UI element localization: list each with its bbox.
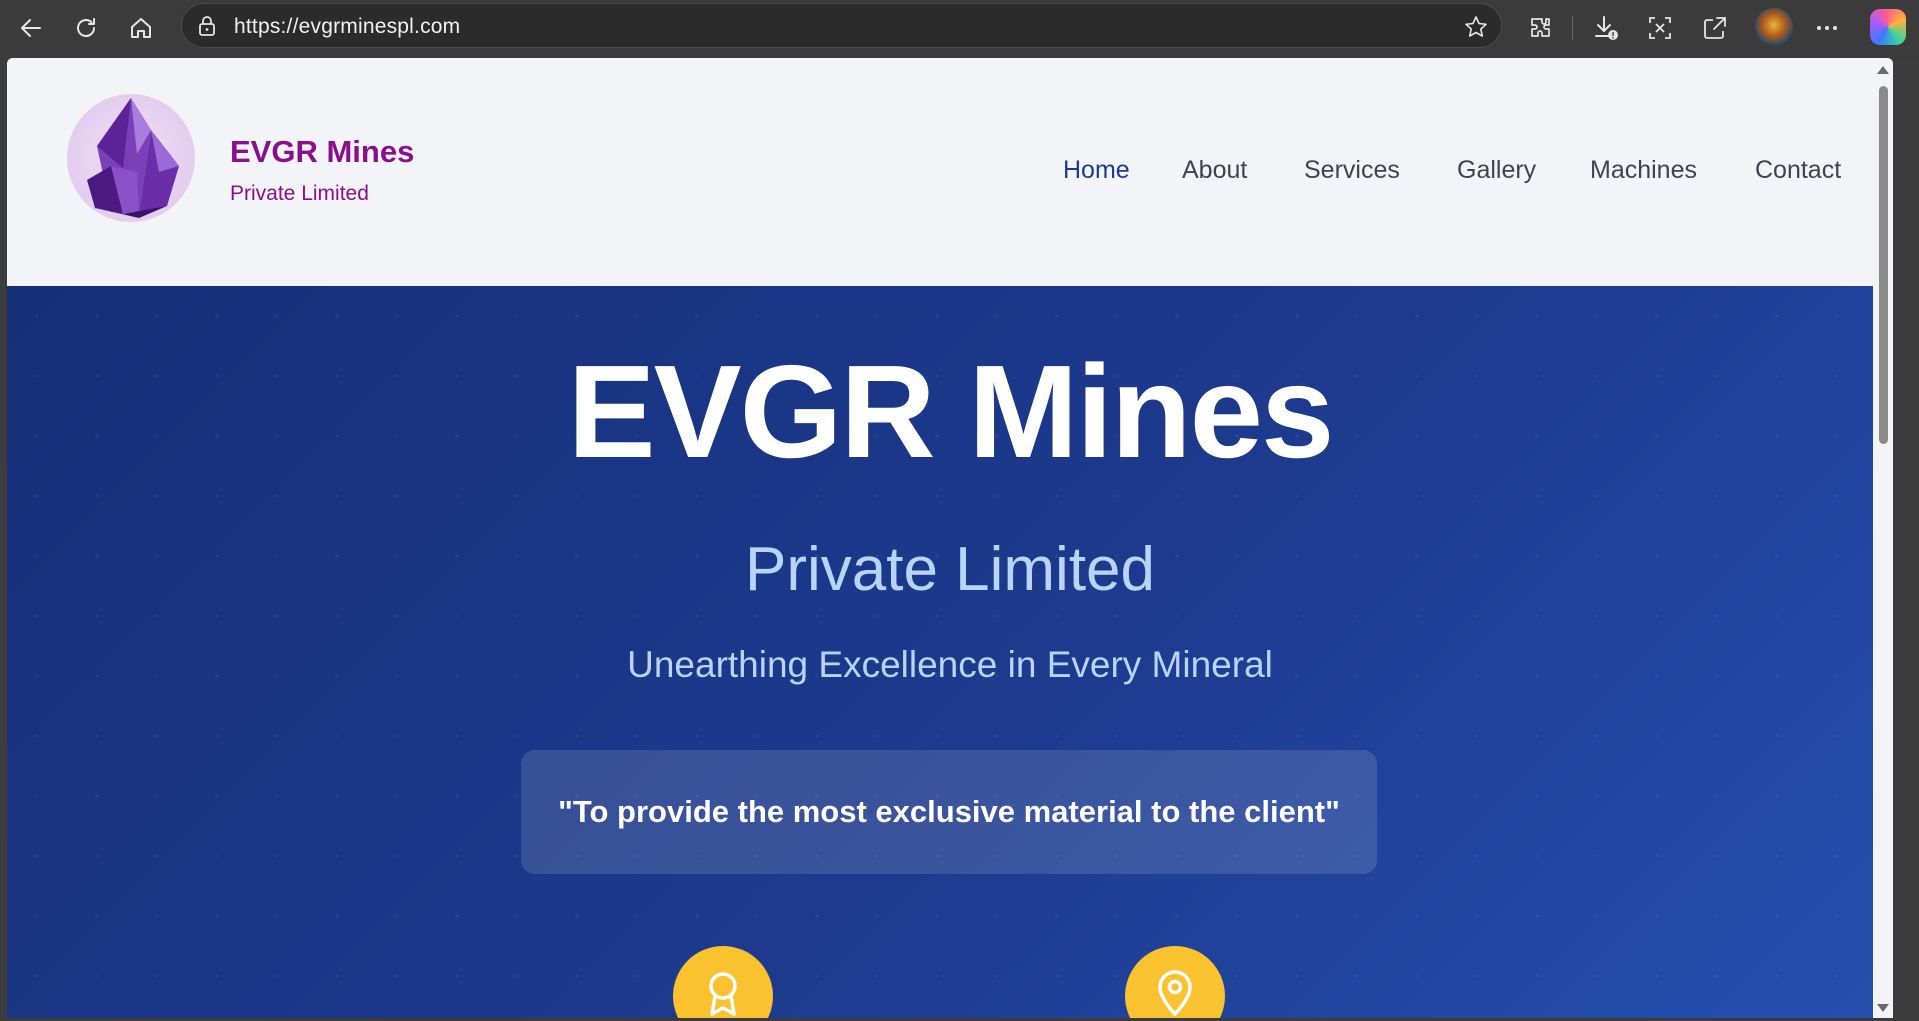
scroll-down-icon[interactable] bbox=[1877, 1004, 1889, 1012]
url-text[interactable]: https://evgrminespl.com bbox=[234, 15, 460, 39]
downloads-icon[interactable] bbox=[1587, 9, 1625, 47]
page-scrollbar[interactable] bbox=[1873, 58, 1893, 1018]
mission-quote: "To provide the most exclusive material … bbox=[558, 794, 1340, 829]
page-viewport: EVGR Mines Private Limited Home About Se… bbox=[7, 58, 1893, 1018]
lock-icon[interactable] bbox=[196, 15, 218, 42]
hero-subtitle: Private Limited bbox=[744, 535, 1156, 604]
hero-section: EVGR Mines Private Limited Unearthing Ex… bbox=[7, 286, 1893, 1018]
browser-toolbar: https://evgrminespl.com bbox=[0, 0, 1919, 58]
share-icon[interactable] bbox=[1696, 9, 1734, 47]
address-bar[interactable]: https://evgrminespl.com bbox=[181, 3, 1502, 48]
copilot-icon[interactable] bbox=[1870, 9, 1906, 45]
back-icon[interactable] bbox=[12, 9, 50, 47]
hero-tagline: Unearthing Excellence in Every Mineral bbox=[627, 644, 1273, 685]
nav-active-underline bbox=[7, 156, 1893, 196]
hero-title: EVGR Mines bbox=[567, 338, 1335, 485]
refresh-icon[interactable] bbox=[67, 9, 105, 47]
profile-avatar[interactable] bbox=[1755, 8, 1793, 46]
screenshot-icon[interactable] bbox=[1641, 9, 1679, 47]
favorite-star-icon[interactable] bbox=[1463, 14, 1489, 45]
home-icon[interactable] bbox=[122, 9, 160, 47]
more-icon[interactable] bbox=[1808, 9, 1846, 47]
site-header: EVGR Mines Private Limited Home About Se… bbox=[7, 58, 1893, 286]
mission-quote-box: "To provide the most exclusive material … bbox=[521, 750, 1377, 874]
toolbar-divider bbox=[1572, 16, 1573, 40]
scrollbar-thumb[interactable] bbox=[1879, 86, 1888, 444]
extensions-icon[interactable] bbox=[1522, 9, 1560, 47]
scroll-up-icon[interactable] bbox=[1877, 66, 1889, 74]
